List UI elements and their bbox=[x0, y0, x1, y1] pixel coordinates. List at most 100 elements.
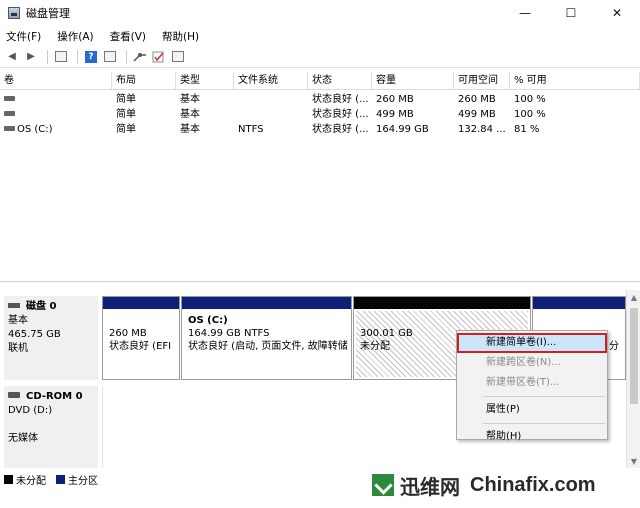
volume-filesystem bbox=[234, 107, 308, 122]
volume-layout: 简单 bbox=[116, 109, 136, 120]
volume-list: 卷 布局 类型 文件系统 状态 容量 可用空间 % 可用 简单 基本 状态良好 … bbox=[0, 72, 640, 282]
partition-bar bbox=[182, 297, 351, 309]
volume-filesystem bbox=[234, 92, 308, 107]
close-button[interactable]: ✕ bbox=[594, 0, 640, 26]
cdrom0-media: 无媒体 bbox=[8, 433, 38, 444]
volume-percent: 81 % bbox=[514, 124, 540, 135]
watermark: 迅维网 Chinafix.com bbox=[366, 462, 640, 508]
volume-percent: 100 % bbox=[514, 109, 546, 120]
toolbar: ◀ ▶ ? bbox=[0, 46, 640, 68]
partition-efi[interactable]: 260 MB 状态良好 (EFI bbox=[102, 296, 180, 380]
disk-management-app-icon bbox=[8, 7, 20, 19]
volume-filesystem: NTFS bbox=[238, 124, 264, 135]
drive-icon bbox=[4, 125, 15, 131]
toolbar-separator bbox=[126, 49, 127, 64]
col-status[interactable]: 状态 bbox=[308, 72, 372, 89]
menu-new-spanned-volume[interactable]: 新建跨区卷(N)... bbox=[457, 353, 607, 373]
partition-bar bbox=[354, 297, 530, 309]
disk0-name: 磁盘 0 bbox=[26, 301, 57, 312]
col-percent-free[interactable]: % 可用 bbox=[510, 72, 640, 89]
volume-status: 状态良好 (... bbox=[312, 94, 369, 105]
maximize-button[interactable]: ☐ bbox=[548, 0, 594, 26]
title-bar: 磁盘管理 — ☐ ✕ bbox=[0, 0, 640, 26]
volume-row[interactable]: OS (C:) 简单 基本 NTFS 状态良好 (... 164.99 GB 1… bbox=[0, 122, 640, 137]
cdrom0-name: CD-ROM 0 bbox=[26, 391, 83, 402]
watermark-cn: 迅维网 bbox=[400, 474, 460, 499]
window-title: 磁盘管理 bbox=[26, 7, 70, 20]
cdrom0-drive: DVD (D:) bbox=[8, 405, 53, 416]
disk-area-scrollbar[interactable]: ▲ ▼ bbox=[626, 290, 640, 468]
volume-capacity: 499 MB bbox=[376, 109, 414, 120]
menu-help-item[interactable]: 帮助(H) bbox=[457, 427, 607, 447]
legend-label-primary: 主分区 bbox=[68, 475, 98, 487]
menu-view[interactable]: 查看(V) bbox=[110, 29, 146, 44]
context-menu: 新建简单卷(I)... 新建跨区卷(N)... 新建带区卷(T)... 属性(P… bbox=[456, 330, 608, 442]
partition-legend: 未分配 主分区 bbox=[0, 470, 360, 488]
legend-swatch-unallocated bbox=[4, 474, 13, 484]
partition-bar bbox=[533, 297, 625, 309]
volume-percent: 100 % bbox=[514, 94, 546, 105]
volume-type: 基本 bbox=[180, 124, 200, 135]
volume-status: 状态良好 (... bbox=[312, 109, 369, 120]
volume-free: 260 MB bbox=[458, 94, 496, 105]
back-arrow-icon[interactable]: ◀ bbox=[4, 49, 20, 65]
volume-name: OS (C:) bbox=[17, 124, 53, 135]
partition-os-c[interactable]: OS (C:) 164.99 GB NTFS 状态良好 (启动, 页面文件, 故… bbox=[181, 296, 352, 380]
disk0-type: 基本 bbox=[8, 315, 28, 326]
menu-new-striped-volume[interactable]: 新建带区卷(T)... bbox=[457, 373, 607, 393]
menu-properties[interactable]: 属性(P) bbox=[457, 400, 607, 420]
forward-arrow-icon[interactable]: ▶ bbox=[23, 49, 39, 65]
col-free-space[interactable]: 可用空间 bbox=[454, 72, 510, 89]
col-layout[interactable]: 布局 bbox=[112, 72, 176, 89]
window-controls: — ☐ ✕ bbox=[502, 0, 640, 26]
check-icon[interactable] bbox=[151, 49, 167, 65]
disk0-state: 联机 bbox=[8, 343, 28, 354]
volume-layout: 简单 bbox=[116, 94, 136, 105]
volume-capacity: 164.99 GB bbox=[376, 124, 429, 135]
volume-row[interactable]: 简单 基本 状态良好 (... 260 MB 260 MB 100 % bbox=[0, 92, 640, 107]
col-capacity[interactable]: 容量 bbox=[372, 72, 454, 89]
partition-status: 状态良好 (启动, 页面文件, 故障转储 bbox=[188, 341, 348, 352]
cdrom-icon bbox=[8, 392, 20, 398]
legend-label-unallocated: 未分配 bbox=[16, 475, 46, 487]
menu-help[interactable]: 帮助(H) bbox=[162, 29, 199, 44]
col-filesystem[interactable]: 文件系统 bbox=[234, 72, 308, 89]
scroll-up-arrow-icon[interactable]: ▲ bbox=[627, 290, 640, 304]
minimize-button[interactable]: — bbox=[502, 0, 548, 26]
disk-icon bbox=[8, 302, 20, 308]
toolbar-separator bbox=[77, 49, 78, 64]
menu-new-simple-volume[interactable]: 新建简单卷(I)... bbox=[457, 333, 607, 353]
disk0-size: 465.75 GB bbox=[8, 329, 61, 340]
partition-size: 260 MB bbox=[109, 328, 147, 339]
volume-layout: 简单 bbox=[116, 124, 136, 135]
console-tree-icon[interactable] bbox=[53, 49, 69, 65]
volume-type: 基本 bbox=[180, 94, 200, 105]
partition-status: 状态良好 (EFI bbox=[109, 341, 172, 352]
menu-action[interactable]: 操作(A) bbox=[57, 29, 93, 44]
volume-capacity: 260 MB bbox=[376, 94, 414, 105]
cdrom0-label[interactable]: CD-ROM 0 DVD (D:) 无媒体 bbox=[4, 386, 98, 468]
disk0-label[interactable]: 磁盘 0 基本 465.75 GB 联机 bbox=[4, 296, 98, 380]
settings-list-icon[interactable] bbox=[170, 49, 186, 65]
volume-row[interactable]: 简单 基本 状态良好 (... 499 MB 499 MB 100 % bbox=[0, 107, 640, 122]
chinafix-logo-icon bbox=[372, 474, 394, 496]
properties-icon[interactable] bbox=[102, 49, 118, 65]
volume-free: 132.84 ... bbox=[458, 124, 506, 135]
col-volume[interactable]: 卷 bbox=[0, 72, 112, 89]
partition-name: OS (C:) bbox=[188, 315, 228, 326]
volume-list-header: 卷 布局 类型 文件系统 状态 容量 可用空间 % 可用 bbox=[0, 72, 640, 90]
menu-bar: 文件(F) 操作(A) 查看(V) 帮助(H) bbox=[0, 26, 640, 46]
help-icon[interactable]: ? bbox=[83, 49, 99, 65]
legend-swatch-primary bbox=[56, 474, 65, 484]
menu-file[interactable]: 文件(F) bbox=[6, 29, 41, 44]
menu-separator bbox=[483, 423, 605, 424]
connect-icon[interactable] bbox=[132, 49, 148, 65]
drive-icon bbox=[4, 110, 15, 116]
col-type[interactable]: 类型 bbox=[176, 72, 234, 89]
volume-status: 状态良好 (... bbox=[312, 124, 369, 135]
volume-type: 基本 bbox=[180, 109, 200, 120]
menu-separator bbox=[483, 396, 605, 397]
scroll-thumb[interactable] bbox=[630, 308, 638, 404]
partition-size: 164.99 GB NTFS bbox=[188, 328, 270, 339]
volume-free: 499 MB bbox=[458, 109, 496, 120]
